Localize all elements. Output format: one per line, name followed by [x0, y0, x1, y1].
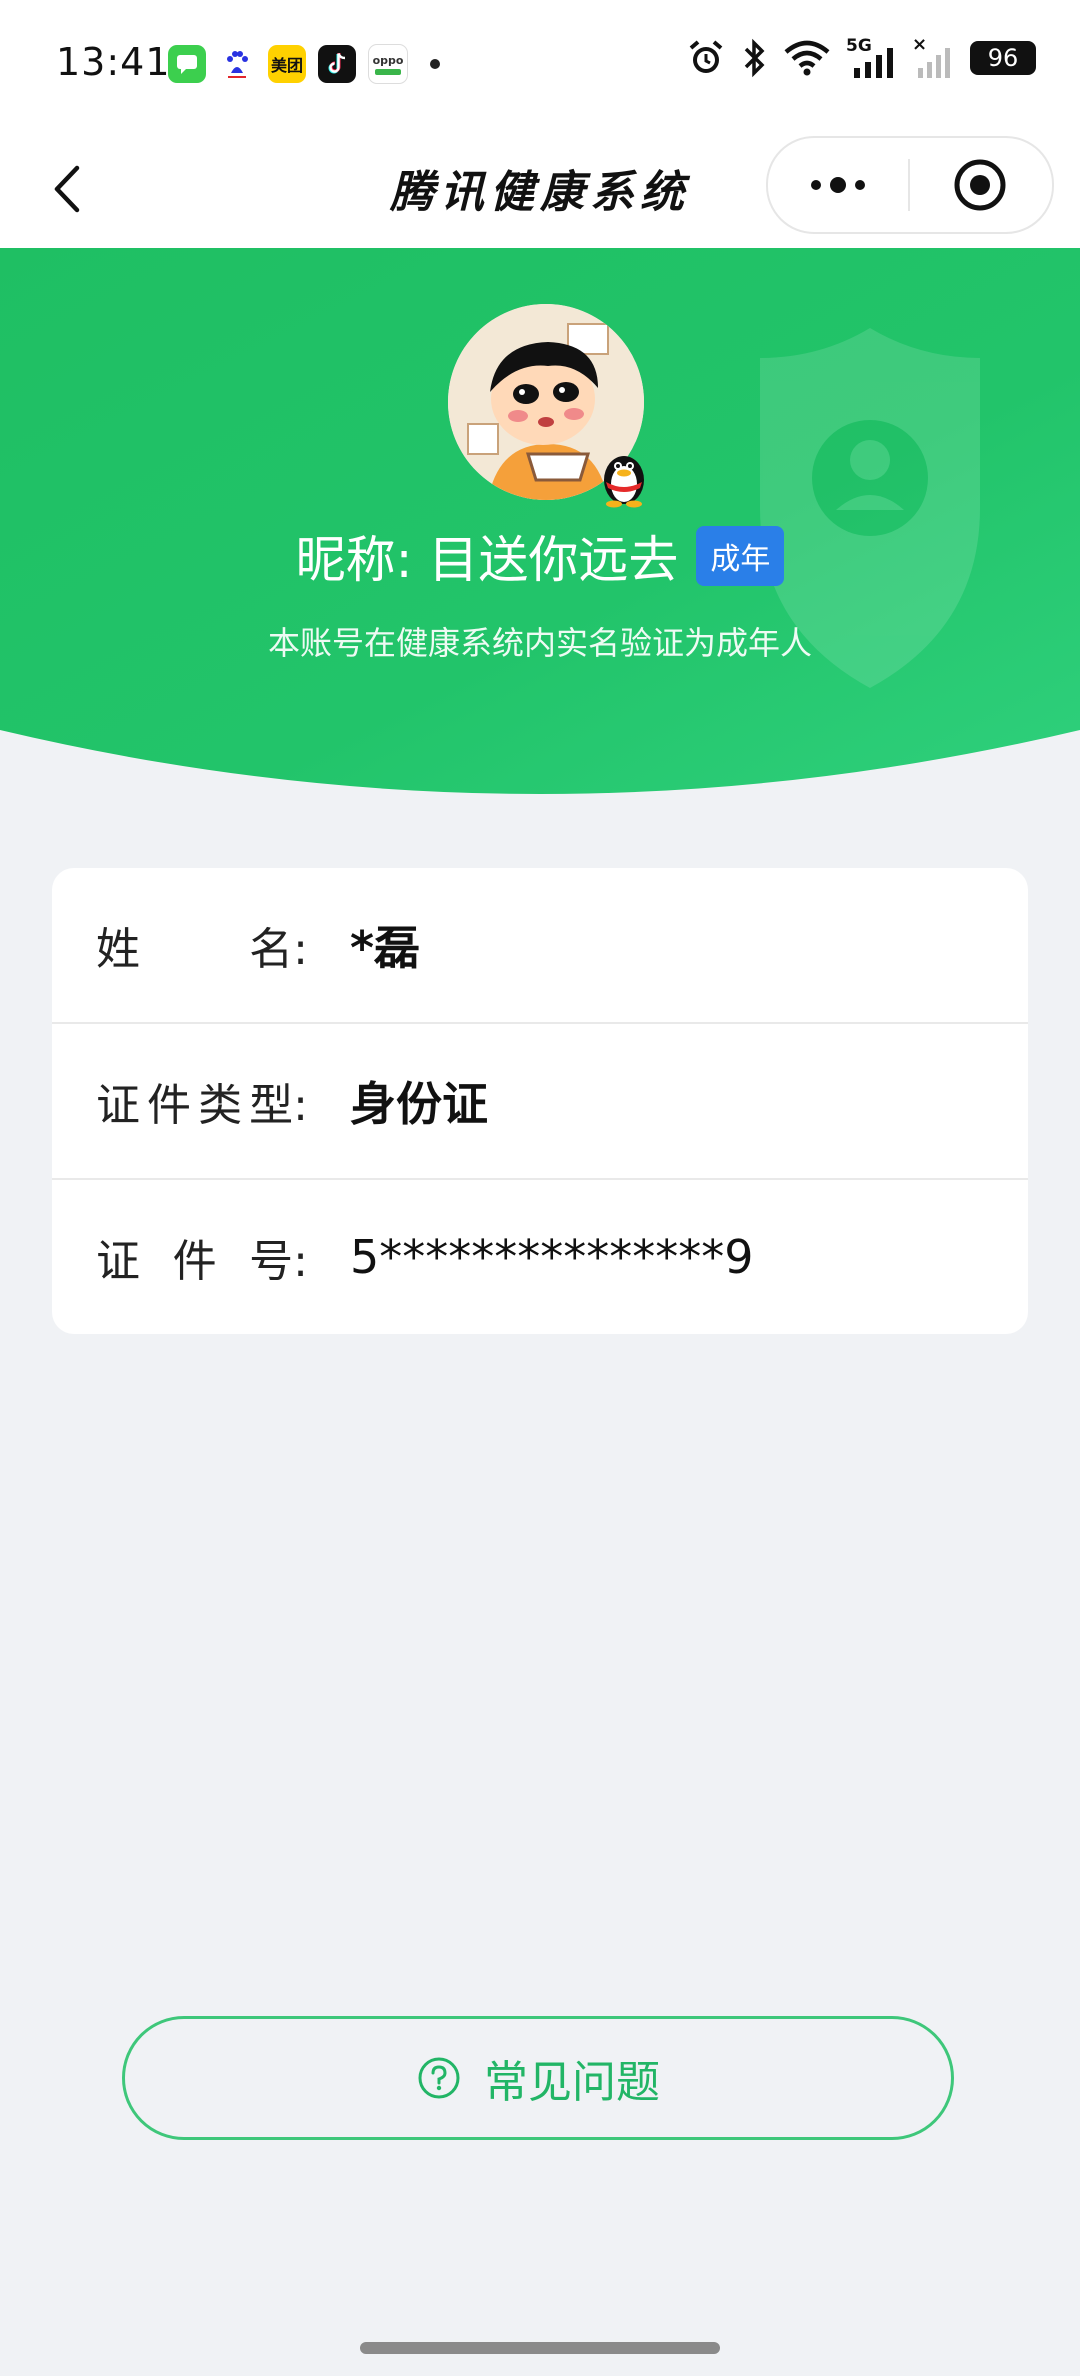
meituan-icon: 美团 [268, 45, 306, 83]
info-row-id-type: 证 件 类 型: 身份证 [52, 1024, 1028, 1180]
wifi-icon [784, 40, 830, 76]
oppo-label: oppo [372, 53, 404, 67]
more-dots-icon [811, 177, 865, 193]
label-char: 名: [249, 924, 308, 975]
page: 13:41 美团 oppo 5G × 96 腾讯健康系统 昵称: 目送你远去 成… [0, 0, 1080, 2376]
name-label: 姓 名: [96, 913, 308, 977]
qq-penguin-icon [604, 456, 644, 508]
target-close-icon [954, 159, 1006, 211]
notification-icons: 美团 oppo [168, 44, 440, 84]
label-char: 姓 [96, 924, 140, 975]
messages-icon [168, 45, 206, 83]
label-char: 证 [96, 1080, 140, 1131]
status-time: 13:41 [56, 40, 171, 84]
id-type-value: 身份证 [350, 1077, 488, 1131]
status-bar: 13:41 美团 oppo 5G × 96 [0, 0, 1080, 130]
miniprogram-capsule [766, 136, 1054, 234]
oppo-icon: oppo [368, 44, 408, 84]
nickname-row: 昵称: 目送你远去 成年 [0, 520, 1080, 592]
question-circle-icon [418, 2057, 460, 2099]
id-number-label: 证 件 号: [96, 1225, 308, 1289]
system-icons: 5G × 96 [686, 34, 1036, 78]
label-char: 型: [249, 1080, 308, 1131]
label-char: 件 [172, 1236, 217, 1287]
nav-bar: 腾讯健康系统 [0, 130, 1080, 248]
info-row-id-number: 证 件 号: 5***************9 [52, 1180, 1028, 1334]
label-char: 类 [198, 1080, 243, 1131]
profile-header: 昵称: 目送你远去 成年 本账号在健康系统内实名验证为成年人 [0, 248, 1080, 800]
id-number-value: 5***************9 [350, 1230, 754, 1284]
baidu-icon [218, 45, 256, 83]
name-value: *磊 [350, 921, 421, 975]
tiktok-icon [318, 45, 356, 83]
label-char: 证 [96, 1236, 140, 1287]
oppo-bar [375, 68, 401, 75]
home-indicator[interactable] [360, 2342, 720, 2354]
more-button[interactable] [768, 138, 908, 232]
id-type-label: 证 件 类 型: [96, 1069, 308, 1133]
close-miniprogram-button[interactable] [910, 138, 1050, 232]
label-char: 件 [147, 1080, 192, 1131]
faq-label: 常见问题 [484, 2057, 660, 2108]
bluetooth-icon [744, 38, 765, 78]
adult-badge: 成年 [696, 526, 785, 586]
verification-note: 本账号在健康系统内实名验证为成年人 [267, 624, 812, 662]
nickname: 昵称: 目送你远去 [295, 531, 679, 589]
faq-button[interactable]: 常见问题 [122, 2016, 954, 2140]
signal-2-icon: × [912, 34, 956, 78]
label-char: 号: [249, 1236, 308, 1287]
avatar-wrapper [448, 304, 644, 508]
alarm-icon [689, 40, 723, 73]
signal-5g-icon: 5G [846, 36, 898, 78]
battery-indicator: 96 [970, 41, 1036, 75]
info-row-name: 姓 名: *磊 [52, 868, 1028, 1024]
identity-info-card: 姓 名: *磊 证 件 类 型: 身份证 证 件 号: 5***********… [52, 868, 1028, 1334]
more-notifications-dot [430, 59, 440, 69]
